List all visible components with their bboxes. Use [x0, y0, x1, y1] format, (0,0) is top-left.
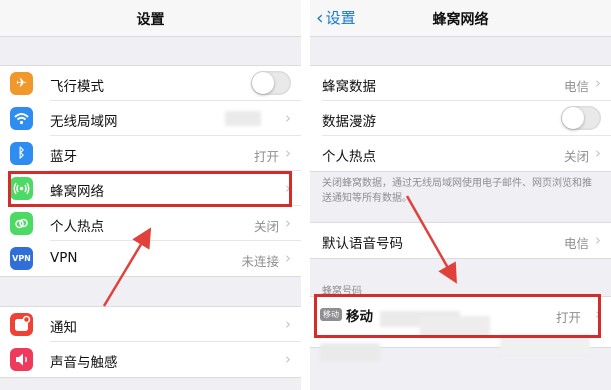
- row-label: 无线局域网: [50, 114, 118, 130]
- row-value: 关闭: [253, 219, 279, 234]
- cellular-panel: ‹ 设置 蜂窝网络 蜂窝数据 电信 › 数据漫游 个人热点 关闭 › 关闭蜂窝数据…: [310, 0, 611, 390]
- chevron-right-icon: ›: [285, 315, 291, 333]
- wifi-icon: [10, 107, 33, 130]
- settings-panel: 设置 ✈ 飞行模式 无线局域网 › ᛒ 蓝牙 打开 › 蜂窝网络 › 个人热点 …: [0, 0, 301, 390]
- settings-row-airplane-mode[interactable]: ✈ 飞行模式: [0, 66, 301, 101]
- row-label: 声音与触感: [50, 355, 118, 371]
- chevron-right-icon: ›: [285, 109, 291, 127]
- bluetooth-icon: ᛒ: [10, 142, 33, 165]
- sim-highlight-box: [314, 294, 601, 338]
- settings-row-wifi[interactable]: 无线局域网 ›: [0, 101, 301, 136]
- sound-icon: [10, 348, 33, 371]
- notifications-icon: [10, 313, 33, 336]
- cellular-group-voice: 默认语音号码 电信 ›: [310, 222, 611, 259]
- row-label: 通知: [50, 320, 77, 336]
- chevron-right-icon: ›: [285, 214, 291, 232]
- row-value: 未连接: [241, 254, 279, 269]
- settings-row-notifications[interactable]: 通知 ›: [0, 307, 301, 342]
- settings-row-bluetooth[interactable]: ᛒ 蓝牙 打开 ›: [0, 136, 301, 171]
- row-label: 个人热点: [50, 219, 104, 235]
- vpn-icon: VPN: [10, 247, 33, 270]
- row-value: 电信: [563, 79, 589, 94]
- chevron-right-icon: ›: [595, 144, 601, 162]
- cellular-navbar: ‹ 设置 蜂窝网络: [310, 0, 611, 37]
- redacted-wifi-name: [225, 111, 261, 126]
- chevron-right-icon: ›: [595, 231, 601, 249]
- settings-row-hotspot[interactable]: 个人热点 关闭 ›: [0, 206, 301, 241]
- cellular-data-footer-note: 关闭蜂窝数据，通过无线局域网使用电子邮件、网页浏览和推送通知等所有数据。: [322, 178, 592, 204]
- row-label: 数据漫游: [322, 114, 376, 130]
- cellular-highlight-box: [8, 171, 292, 207]
- cellular-row-default-voice[interactable]: 默认语音号码 电信 ›: [310, 223, 611, 258]
- row-label: 蜂窝数据: [322, 79, 376, 95]
- toggle-knob: [252, 72, 274, 94]
- row-label: 默认语音号码: [322, 236, 403, 252]
- toggle-knob: [562, 107, 584, 129]
- settings-navbar: 设置: [0, 0, 301, 37]
- row-label: VPN: [50, 250, 78, 266]
- settings-row-sounds[interactable]: 声音与触感 ›: [0, 342, 301, 377]
- panel-divider: [301, 0, 310, 390]
- airplane-icon: ✈: [10, 72, 33, 95]
- page-title: 蜂窝网络: [432, 12, 489, 28]
- row-label: 飞行模式: [50, 79, 104, 95]
- airplane-mode-toggle[interactable]: [251, 71, 291, 95]
- data-roaming-toggle[interactable]: [561, 106, 601, 130]
- row-label: 个人热点: [322, 149, 376, 165]
- row-value: 电信: [563, 236, 589, 251]
- settings-row-vpn[interactable]: VPN VPN 未连接 ›: [0, 241, 301, 276]
- page-title: 设置: [136, 12, 165, 28]
- redacted-number: [320, 343, 380, 361]
- cellular-row-data[interactable]: 蜂窝数据 电信 ›: [310, 66, 611, 101]
- chevron-right-icon: ›: [595, 74, 601, 92]
- chevron-right-icon: ›: [285, 249, 291, 267]
- row-value: 关闭: [563, 149, 589, 164]
- chevron-right-icon: ›: [285, 350, 291, 368]
- cellular-row-roaming[interactable]: 数据漫游: [310, 101, 611, 136]
- cellular-group-data: 蜂窝数据 电信 › 数据漫游 个人热点 关闭 ›: [310, 65, 611, 172]
- row-value: 打开: [253, 149, 279, 164]
- cellular-row-hotspot[interactable]: 个人热点 关闭 ›: [310, 136, 611, 171]
- settings-group-notifications: 通知 › 声音与触感 ›: [0, 306, 301, 378]
- row-label: 蓝牙: [50, 149, 77, 165]
- chevron-right-icon: ›: [285, 144, 291, 162]
- hotspot-icon: [10, 212, 33, 235]
